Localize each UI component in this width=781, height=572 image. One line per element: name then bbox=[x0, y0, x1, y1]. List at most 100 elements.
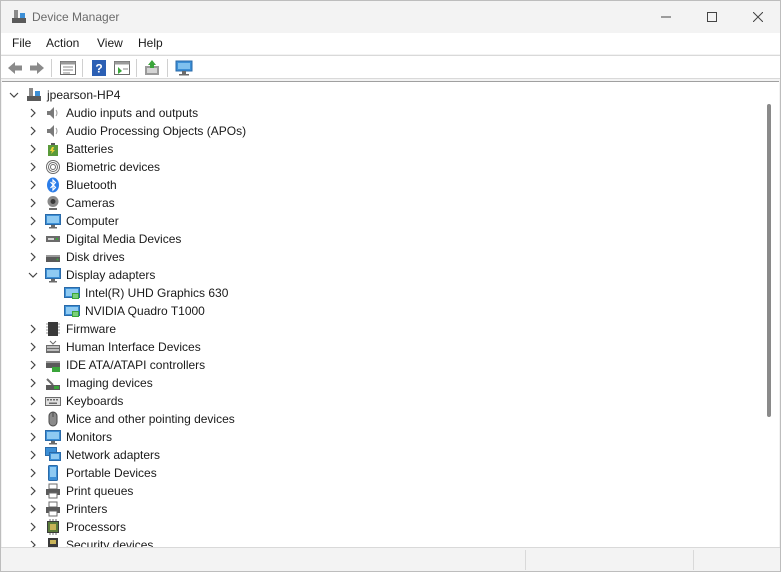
category-label: Network adapters bbox=[66, 448, 161, 462]
tree-category-display-adapters[interactable]: Display adapters bbox=[2, 266, 762, 284]
chevron-right-icon[interactable] bbox=[28, 504, 38, 514]
status-bar-separator bbox=[693, 550, 694, 570]
chevron-right-icon[interactable] bbox=[28, 414, 38, 424]
tree-category-security[interactable]: Security devices bbox=[2, 536, 762, 547]
back-arrow-icon[interactable] bbox=[5, 58, 25, 78]
chevron-right-icon[interactable] bbox=[28, 522, 38, 532]
device-manager-window: Device Manager File Action View Help ? j… bbox=[0, 0, 781, 572]
forward-arrow-icon[interactable] bbox=[27, 58, 47, 78]
tree-device-intel-graphics[interactable]: Intel(R) UHD Graphics 630 bbox=[2, 284, 762, 302]
menu-view[interactable]: View bbox=[95, 36, 125, 50]
device-manager-app-icon bbox=[11, 9, 27, 25]
category-label: Biometric devices bbox=[66, 160, 161, 174]
menu-bar: File Action View Help bbox=[1, 32, 780, 54]
tree-category-firmware[interactable]: Firmware bbox=[2, 320, 762, 338]
update-driver-icon[interactable] bbox=[143, 58, 163, 78]
scan-hardware-icon[interactable] bbox=[174, 58, 194, 78]
chevron-right-icon[interactable] bbox=[28, 342, 38, 352]
chevron-right-icon[interactable] bbox=[28, 126, 38, 136]
chevron-right-icon[interactable] bbox=[28, 324, 38, 334]
chevron-right-icon[interactable] bbox=[28, 162, 38, 172]
monitor-icon bbox=[45, 429, 61, 445]
chevron-right-icon[interactable] bbox=[28, 450, 38, 460]
close-button[interactable] bbox=[735, 1, 781, 32]
tree-category-computer[interactable]: Computer bbox=[2, 212, 762, 230]
chevron-right-icon[interactable] bbox=[28, 378, 38, 388]
tree-category-processors[interactable]: Processors bbox=[2, 518, 762, 536]
tree-category-audio-processing-objects[interactable]: Audio Processing Objects (APOs) bbox=[2, 122, 762, 140]
chevron-down-icon[interactable] bbox=[28, 270, 38, 280]
tree-category-ide-ata[interactable]: IDE ATA/ATAPI controllers bbox=[2, 356, 762, 374]
category-label: Print queues bbox=[66, 484, 134, 498]
toolbar-separator bbox=[51, 59, 52, 77]
chevron-right-icon[interactable] bbox=[28, 108, 38, 118]
chevron-down-icon[interactable] bbox=[9, 90, 19, 100]
chevron-right-icon[interactable] bbox=[28, 216, 38, 226]
menu-help[interactable]: Help bbox=[136, 36, 165, 50]
show-hide-icon[interactable] bbox=[112, 58, 132, 78]
chevron-right-icon[interactable] bbox=[28, 180, 38, 190]
vertical-scrollbar[interactable] bbox=[767, 104, 771, 417]
chevron-right-icon[interactable] bbox=[28, 468, 38, 478]
help-icon[interactable]: ? bbox=[89, 58, 109, 78]
chevron-right-icon[interactable] bbox=[28, 396, 38, 406]
tree-category-cameras[interactable]: Cameras bbox=[2, 194, 762, 212]
display-adapter-icon bbox=[64, 285, 80, 301]
tree-category-keyboards[interactable]: Keyboards bbox=[2, 392, 762, 410]
tree-category-print-queues[interactable]: Print queues bbox=[2, 482, 762, 500]
toolbar-separator bbox=[82, 59, 83, 77]
tree-category-network[interactable]: Network adapters bbox=[2, 446, 762, 464]
fingerprint-icon bbox=[45, 159, 61, 175]
title-bar: Device Manager bbox=[1, 1, 780, 32]
chevron-right-icon[interactable] bbox=[28, 360, 38, 370]
chip-icon bbox=[45, 321, 61, 337]
battery-icon bbox=[45, 141, 61, 157]
category-label: IDE ATA/ATAPI controllers bbox=[66, 358, 206, 372]
menu-file[interactable]: File bbox=[10, 36, 33, 50]
category-label: Security devices bbox=[66, 538, 154, 547]
chevron-right-icon[interactable] bbox=[28, 486, 38, 496]
toolbar-separator bbox=[136, 59, 137, 77]
tree-category-biometric[interactable]: Biometric devices bbox=[2, 158, 762, 176]
status-bar-separator bbox=[525, 550, 526, 570]
tree-category-bluetooth[interactable]: Bluetooth bbox=[2, 176, 762, 194]
toolbar: ? bbox=[1, 55, 780, 79]
device-tree[interactable]: jpearson-HP4 Audio inputs and outputs Au… bbox=[2, 81, 779, 547]
security-device-icon bbox=[45, 537, 61, 547]
tree-category-hid[interactable]: Human Interface Devices bbox=[2, 338, 762, 356]
printer-icon bbox=[45, 501, 61, 517]
tree-category-digital-media[interactable]: Digital Media Devices bbox=[2, 230, 762, 248]
chevron-right-icon[interactable] bbox=[28, 198, 38, 208]
tree-category-audio-inputs-outputs[interactable]: Audio inputs and outputs bbox=[2, 104, 762, 122]
display-adapter-icon bbox=[64, 303, 80, 319]
tree-root[interactable]: jpearson-HP4 bbox=[2, 86, 762, 104]
hid-icon bbox=[45, 339, 61, 355]
tree-category-imaging[interactable]: Imaging devices bbox=[2, 374, 762, 392]
maximize-button[interactable] bbox=[689, 1, 735, 32]
minimize-button[interactable] bbox=[643, 1, 689, 32]
monitor-icon bbox=[45, 213, 61, 229]
chevron-right-icon[interactable] bbox=[28, 144, 38, 154]
scanner-icon bbox=[45, 375, 61, 391]
tree-category-printers[interactable]: Printers bbox=[2, 500, 762, 518]
portable-device-icon bbox=[45, 465, 61, 481]
chevron-right-icon[interactable] bbox=[28, 234, 38, 244]
chevron-right-icon[interactable] bbox=[28, 432, 38, 442]
chevron-right-icon[interactable] bbox=[28, 252, 38, 262]
tree-category-disk-drives[interactable]: Disk drives bbox=[2, 248, 762, 266]
window-title: Device Manager bbox=[32, 10, 120, 24]
tree-category-mice[interactable]: Mice and other pointing devices bbox=[2, 410, 762, 428]
tree-category-batteries[interactable]: Batteries bbox=[2, 140, 762, 158]
computer-root-icon bbox=[26, 87, 42, 103]
chevron-right-icon[interactable] bbox=[28, 540, 38, 547]
properties-icon[interactable] bbox=[58, 58, 78, 78]
webcam-icon bbox=[45, 195, 61, 211]
category-label: Human Interface Devices bbox=[66, 340, 201, 354]
category-label: Printers bbox=[66, 502, 108, 516]
tree-category-monitors[interactable]: Monitors bbox=[2, 428, 762, 446]
menu-action[interactable]: Action bbox=[44, 36, 81, 50]
speaker-icon bbox=[45, 105, 61, 121]
category-label: Keyboards bbox=[66, 394, 124, 408]
tree-category-portable[interactable]: Portable Devices bbox=[2, 464, 762, 482]
tree-device-nvidia-quadro[interactable]: NVIDIA Quadro T1000 bbox=[2, 302, 762, 320]
